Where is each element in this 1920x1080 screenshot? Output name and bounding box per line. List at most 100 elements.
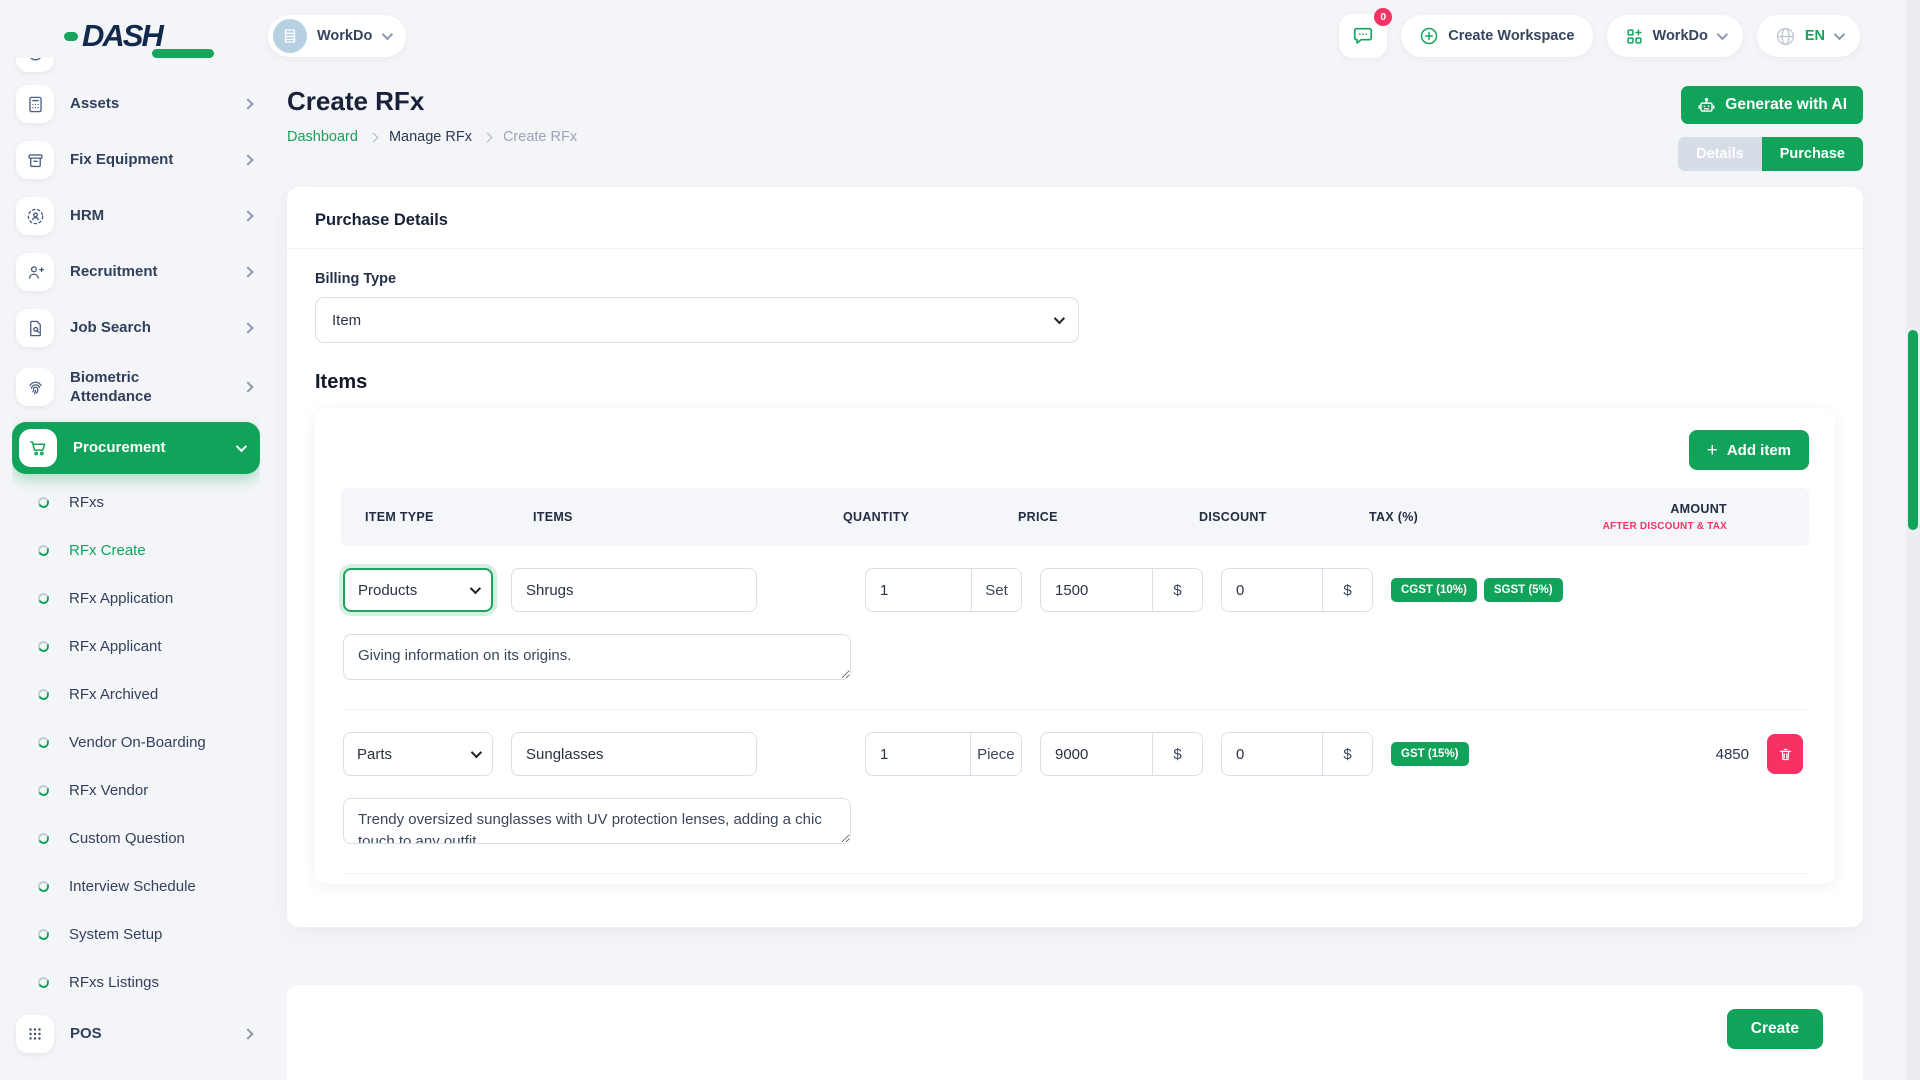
item-description-textarea[interactable]: Giving information on its origins. bbox=[343, 634, 851, 680]
bullet-icon bbox=[36, 591, 50, 605]
currency-suffix: $ bbox=[1152, 569, 1202, 611]
main-content: Create RFx Dashboard Manage RFx Create R… bbox=[287, 86, 1863, 927]
sidebar-item-biometric-attendance[interactable]: Biometric Attendance bbox=[12, 356, 260, 418]
breadcrumb-manage-rfx[interactable]: Manage RFx bbox=[389, 129, 472, 145]
sidebar-item-recruitment[interactable]: Recruitment bbox=[12, 244, 260, 300]
item-name-input[interactable] bbox=[512, 569, 756, 611]
items-table-header: ITEM TYPE ITEMS QUANTITY PRICE DISCOUNT … bbox=[341, 488, 1809, 546]
tax-badges: GST (15%) bbox=[1391, 742, 1591, 766]
sidebar-subitem-rfx-applicant[interactable]: RFx Applicant bbox=[12, 622, 260, 670]
tab-purchase[interactable]: Purchase bbox=[1762, 137, 1863, 171]
calculator-icon bbox=[16, 85, 54, 123]
item-type-select[interactable]: Products bbox=[343, 568, 493, 612]
top-header: DASH WorkDo 0 Create Workspace WorkDo EN bbox=[0, 0, 1906, 72]
item-description-textarea[interactable]: Trendy oversized sunglasses with UV prot… bbox=[343, 798, 851, 844]
tax-badge: GST (15%) bbox=[1391, 742, 1469, 766]
quantity-input[interactable] bbox=[866, 733, 970, 775]
hrm-person-icon bbox=[16, 197, 54, 235]
sidebar-item-procurement[interactable]: Procurement bbox=[12, 422, 260, 474]
price-input[interactable] bbox=[1041, 569, 1152, 611]
generate-with-ai-button[interactable]: Generate with AI bbox=[1681, 86, 1863, 124]
form-footer: Create bbox=[287, 985, 1863, 1080]
tax-badges: CGST (10%) SGST (5%) bbox=[1391, 578, 1591, 602]
bullet-icon bbox=[36, 831, 50, 845]
circle-plus-icon bbox=[1419, 26, 1439, 46]
header-items: ITEMS bbox=[533, 510, 779, 524]
sidebar-item-pos[interactable]: POS bbox=[12, 1006, 260, 1062]
robot-icon bbox=[1697, 96, 1716, 115]
workdo-menu-button[interactable]: WorkDo bbox=[1607, 15, 1743, 57]
workspace-name: WorkDo bbox=[317, 28, 372, 44]
billing-type-select[interactable]: Item bbox=[315, 297, 1079, 343]
sidebar-subitem-rfx-archived[interactable]: RFx Archived bbox=[12, 670, 260, 718]
bullet-icon bbox=[36, 495, 50, 509]
price-input[interactable] bbox=[1041, 733, 1152, 775]
sidebar-subitem-interview-schedule[interactable]: Interview Schedule bbox=[12, 862, 260, 910]
chevron-down-icon bbox=[236, 441, 247, 452]
breadcrumb-dashboard[interactable]: Dashboard bbox=[287, 129, 358, 145]
add-item-button[interactable]: + Add item bbox=[1689, 430, 1809, 470]
sidebar-item-fix-equipment[interactable]: Fix Equipment bbox=[12, 132, 260, 188]
sidebar-subitem-rfx-create[interactable]: RFx Create bbox=[12, 526, 260, 574]
chevron-right-icon bbox=[242, 266, 253, 277]
generate-with-ai-label: Generate with AI bbox=[1725, 96, 1847, 114]
billing-type-label: Billing Type bbox=[315, 271, 1835, 287]
messages-button[interactable]: 0 bbox=[1339, 14, 1387, 58]
tax-badge: SGST (5%) bbox=[1484, 578, 1563, 602]
currency-suffix: $ bbox=[1152, 733, 1202, 775]
sidebar-item-assets[interactable]: Assets bbox=[12, 76, 260, 132]
sidebar-item-partial[interactable] bbox=[12, 58, 260, 76]
app-logo: DASH bbox=[64, 18, 214, 54]
chevron-right-icon bbox=[483, 132, 493, 142]
grid-plus-icon bbox=[1625, 27, 1644, 46]
document-search-icon bbox=[16, 309, 54, 347]
item-row: Products Set $ bbox=[343, 546, 1807, 710]
items-panel: + Add item ITEM TYPE ITEMS QUANTITY PRIC… bbox=[315, 408, 1835, 884]
quantity-input[interactable] bbox=[866, 569, 971, 611]
sidebar-item-job-search[interactable]: Job Search bbox=[12, 300, 260, 356]
delete-item-button[interactable] bbox=[1767, 734, 1803, 774]
sidebar-subitem-custom-question[interactable]: Custom Question bbox=[12, 814, 260, 862]
add-item-label: Add item bbox=[1727, 442, 1791, 459]
sidebar-subitem-rfx-application[interactable]: RFx Application bbox=[12, 574, 260, 622]
tab-details[interactable]: Details bbox=[1678, 137, 1762, 171]
chevron-down-icon bbox=[470, 583, 481, 594]
chevron-right-icon bbox=[242, 322, 253, 333]
workspace-avatar bbox=[273, 19, 307, 53]
person-plus-icon bbox=[16, 253, 54, 291]
sidebar: Assets Fix Equipment HRM Recruitment Job… bbox=[12, 58, 260, 1080]
page-scrollbar[interactable] bbox=[1906, 0, 1920, 1080]
bullet-icon bbox=[36, 543, 50, 557]
sidebar-subitem-rfxs-listings[interactable]: RFxs Listings bbox=[12, 958, 260, 1006]
bullet-icon bbox=[36, 879, 50, 893]
bullet-icon bbox=[36, 735, 50, 749]
header-tax: TAX (%) bbox=[1369, 510, 1569, 524]
grid-dots-icon bbox=[16, 1015, 54, 1053]
discount-input[interactable] bbox=[1222, 733, 1322, 775]
header-amount: AMOUNT AFTER DISCOUNT & TAX bbox=[1587, 502, 1727, 532]
chevron-right-icon bbox=[242, 210, 253, 221]
sidebar-subitem-system-setup[interactable]: System Setup bbox=[12, 910, 260, 958]
workdo-menu-label: WorkDo bbox=[1653, 28, 1708, 44]
scrollbar-thumb[interactable] bbox=[1908, 330, 1918, 530]
workspace-selector[interactable]: WorkDo bbox=[268, 15, 406, 57]
discount-input[interactable] bbox=[1222, 569, 1322, 611]
sidebar-subitem-rfx-vendor[interactable]: RFx Vendor bbox=[12, 766, 260, 814]
header-amount-note: AFTER DISCOUNT & TAX bbox=[1587, 521, 1727, 532]
item-name-input[interactable] bbox=[512, 733, 756, 775]
create-workspace-button[interactable]: Create Workspace bbox=[1401, 15, 1592, 57]
purchase-details-title: Purchase Details bbox=[315, 211, 1835, 230]
item-type-select[interactable]: Parts bbox=[343, 732, 493, 776]
language-selector[interactable]: EN bbox=[1757, 15, 1860, 57]
header-discount: DISCOUNT bbox=[1199, 510, 1351, 524]
create-button[interactable]: Create bbox=[1727, 1009, 1823, 1049]
bullet-icon bbox=[36, 783, 50, 797]
chevron-down-icon bbox=[1054, 313, 1065, 324]
logo-bar-icon bbox=[152, 49, 214, 58]
logo-dash-icon bbox=[64, 32, 78, 41]
chevron-right-icon bbox=[242, 98, 253, 109]
currency-suffix: $ bbox=[1322, 569, 1372, 611]
sidebar-item-hrm[interactable]: HRM bbox=[12, 188, 260, 244]
sidebar-subitem-vendor-onboarding[interactable]: Vendor On-Boarding bbox=[12, 718, 260, 766]
sidebar-subitem-rfxs[interactable]: RFxs bbox=[12, 478, 260, 526]
